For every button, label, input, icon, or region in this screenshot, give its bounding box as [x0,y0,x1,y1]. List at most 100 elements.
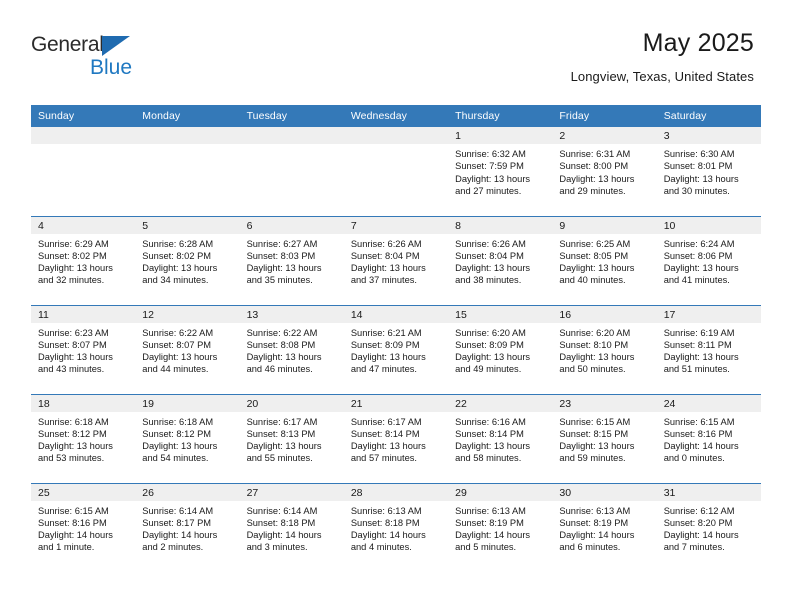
page-header: General Blue May 2025 Longview, Texas, U… [0,0,792,83]
sunset-time: Sunset: 8:05 PM [559,250,629,261]
calendar-day-cell[interactable]: 1 Sunrise: 6:32 AM Sunset: 7:59 PM Daylight… [448,127,553,216]
day-details: Sunrise: 6:28 AM Sunset: 8:02 PM Daylight:… [135,234,239,287]
day-details: Sunrise: 6:18 AM Sunset: 8:12 PM Daylight:… [31,412,135,465]
daylight-duration-line1: Daylight: 13 hours [350,352,426,363]
sunrise-time: Sunrise: 6:31 AM [559,149,631,159]
general-blue-logo[interactable]: General Blue [31,34,231,84]
calendar-day-cell[interactable]: 7 Sunrise: 6:26 AM Sunset: 8:04 PM Daylight… [343,215,449,305]
daylight-duration-line2: and 43 minutes. [38,364,105,375]
day-details: Sunrise: 6:19 AM Sunset: 8:11 PM Daylight:… [657,323,761,376]
weekday-header-row: Sunday Monday Tuesday Wednesday Thursday… [31,105,761,127]
calendar-day-cell[interactable]: 18 Sunrise: 6:18 AM Sunset: 8:12 PM Dayligh… [31,393,136,483]
daylight-duration-line1: Daylight: 13 hours [559,352,635,363]
calendar-week-row: 4 Sunrise: 6:29 AM Sunset: 8:02 PM Daylight… [31,215,761,305]
day-details: Sunrise: 6:22 AM Sunset: 8:08 PM Daylight:… [240,323,344,376]
calendar-day-cell[interactable]: 17 Sunrise: 6:19 AM Sunset: 8:11 PM Dayligh… [656,304,761,394]
day-details: Sunrise: 6:20 AM Sunset: 8:09 PM Daylight:… [448,323,552,376]
sunrise-time: Sunrise: 6:19 AM [663,327,735,338]
day-number: 14 [343,305,449,323]
sunset-time: Sunset: 8:00 PM [559,161,629,172]
calendar-day-cell[interactable]: 31 Sunrise: 6:12 AM Sunset: 8:20 PM Dayligh… [656,482,761,572]
daylight-duration-line2: and 7 minutes. [663,542,725,553]
logo-text-blue: Blue [90,56,133,79]
calendar-day-cell[interactable]: 23 Sunrise: 6:15 AM Sunset: 8:15 PM Dayligh… [552,393,657,483]
calendar-day-cell[interactable]: 24 Sunrise: 6:15 AM Sunset: 8:16 PM Dayligh… [656,393,761,483]
calendar-cell-empty [239,127,344,216]
sunrise-time: Sunrise: 6:13 AM [350,505,422,516]
calendar-day-cell[interactable]: 20 Sunrise: 6:17 AM Sunset: 8:13 PM Dayligh… [239,393,344,483]
day-number: 9 [552,216,657,234]
calendar-day-cell[interactable]: 15 Sunrise: 6:20 AM Sunset: 8:09 PM Dayligh… [448,304,553,394]
daylight-duration-line2: and 49 minutes. [455,364,522,375]
weekday-header-thursday: Thursday [448,105,553,127]
daylight-duration-line2: and 5 minutes. [455,542,517,553]
daylight-duration-line2: and 29 minutes. [559,185,626,196]
daylight-duration-line1: Daylight: 13 hours [142,263,218,274]
daylight-duration-line1: Daylight: 13 hours [455,263,531,274]
daylight-duration-line1: Daylight: 13 hours [246,441,322,452]
sunrise-time: Sunrise: 6:17 AM [350,416,422,427]
sunset-time: Sunset: 8:16 PM [38,517,107,528]
calendar-day-cell[interactable]: 19 Sunrise: 6:18 AM Sunset: 8:12 PM Dayligh… [135,393,240,483]
day-details: Sunrise: 6:24 AM Sunset: 8:06 PM Daylight:… [657,234,761,287]
calendar-day-cell[interactable]: 26 Sunrise: 6:14 AM Sunset: 8:17 PM Dayligh… [135,482,240,572]
calendar-day-cell[interactable]: 30 Sunrise: 6:13 AM Sunset: 8:19 PM Dayligh… [552,482,657,572]
daylight-duration-line1: Daylight: 13 hours [663,173,739,184]
day-details: Sunrise: 6:13 AM Sunset: 8:18 PM Daylight:… [344,501,448,554]
daylight-duration-line2: and 59 minutes. [559,453,626,464]
day-number: 7 [343,216,449,234]
calendar-day-cell[interactable]: 12 Sunrise: 6:22 AM Sunset: 8:07 PM Dayligh… [135,304,240,394]
calendar-day-cell[interactable]: 27 Sunrise: 6:14 AM Sunset: 8:18 PM Dayligh… [239,482,344,572]
calendar-week-row: 18 Sunrise: 6:18 AM Sunset: 8:12 PM Dayligh… [31,393,761,483]
sunrise-time: Sunrise: 6:13 AM [559,505,631,516]
sunset-time: Sunset: 8:13 PM [246,428,316,439]
daylight-duration-line2: and 3 minutes. [246,542,308,553]
calendar-day-cell[interactable]: 29 Sunrise: 6:13 AM Sunset: 8:19 PM Dayligh… [448,482,553,572]
calendar-day-cell[interactable]: 2 Sunrise: 6:31 AM Sunset: 8:00 PM Daylight… [552,127,657,216]
title-block: May 2025 Longview, Texas, United States [571,29,754,83]
daylight-duration-line1: Daylight: 13 hours [455,173,531,184]
calendar-day-cell[interactable]: 11 Sunrise: 6:23 AM Sunset: 8:07 PM Dayligh… [31,304,136,394]
daylight-duration-line2: and 6 minutes. [559,542,621,553]
calendar-day-cell[interactable]: 6 Sunrise: 6:27 AM Sunset: 8:03 PM Daylight… [239,215,344,305]
sunset-time: Sunset: 8:19 PM [559,517,629,528]
calendar-day-cell[interactable]: 10 Sunrise: 6:24 AM Sunset: 8:06 PM Dayligh… [656,215,761,305]
calendar-day-cell[interactable]: 13 Sunrise: 6:22 AM Sunset: 8:08 PM Dayligh… [239,304,344,394]
day-number: 10 [656,216,761,234]
daylight-duration-line1: Daylight: 13 hours [455,441,531,452]
day-number: 21 [343,394,449,412]
day-number: 2 [552,127,657,144]
sunset-time: Sunset: 8:18 PM [246,517,316,528]
day-number: 11 [31,305,136,323]
calendar-day-cell[interactable]: 25 Sunrise: 6:15 AM Sunset: 8:16 PM Dayligh… [31,482,136,572]
calendar-day-cell[interactable]: 4 Sunrise: 6:29 AM Sunset: 8:02 PM Daylight… [31,215,136,305]
day-number [135,127,240,144]
calendar-day-cell[interactable]: 16 Sunrise: 6:20 AM Sunset: 8:10 PM Dayligh… [552,304,657,394]
sunrise-time: Sunrise: 6:28 AM [142,238,214,249]
sunrise-time: Sunrise: 6:18 AM [142,416,214,427]
calendar-day-cell[interactable]: 28 Sunrise: 6:13 AM Sunset: 8:18 PM Dayligh… [343,482,449,572]
day-number: 23 [552,394,657,412]
calendar-week-row: 1 Sunrise: 6:32 AM Sunset: 7:59 PM Daylight… [31,127,761,216]
daylight-duration-line1: Daylight: 13 hours [350,263,426,274]
sunset-time: Sunset: 8:15 PM [559,428,629,439]
calendar-day-cell[interactable]: 3 Sunrise: 6:30 AM Sunset: 8:01 PM Daylight… [656,127,761,216]
day-number: 6 [239,216,344,234]
sunset-time: Sunset: 8:17 PM [142,517,212,528]
sunset-time: Sunset: 8:04 PM [455,250,524,261]
day-details: Sunrise: 6:18 AM Sunset: 8:12 PM Daylight:… [135,412,239,465]
calendar-day-cell[interactable]: 21 Sunrise: 6:17 AM Sunset: 8:14 PM Dayligh… [343,393,449,483]
calendar-day-cell[interactable]: 5 Sunrise: 6:28 AM Sunset: 8:02 PM Daylight… [135,215,240,305]
daylight-duration-line1: Daylight: 14 hours [38,530,113,541]
daylight-duration-line1: Daylight: 13 hours [350,441,426,452]
sunrise-time: Sunrise: 6:22 AM [246,327,318,338]
calendar-day-cell[interactable]: 8 Sunrise: 6:26 AM Sunset: 8:04 PM Daylight… [448,215,553,305]
day-number [343,127,449,144]
day-number: 26 [135,483,240,501]
day-details: Sunrise: 6:30 AM Sunset: 8:01 PM Daylight:… [657,144,761,197]
sunset-time: Sunset: 8:06 PM [663,250,733,261]
day-details: Sunrise: 6:32 AM Sunset: 7:59 PM Daylight:… [448,144,552,197]
calendar-day-cell[interactable]: 22 Sunrise: 6:16 AM Sunset: 8:14 PM Dayligh… [448,393,553,483]
calendar-day-cell[interactable]: 9 Sunrise: 6:25 AM Sunset: 8:05 PM Daylight… [552,215,657,305]
calendar-day-cell[interactable]: 14 Sunrise: 6:21 AM Sunset: 8:09 PM Dayligh… [343,304,449,394]
